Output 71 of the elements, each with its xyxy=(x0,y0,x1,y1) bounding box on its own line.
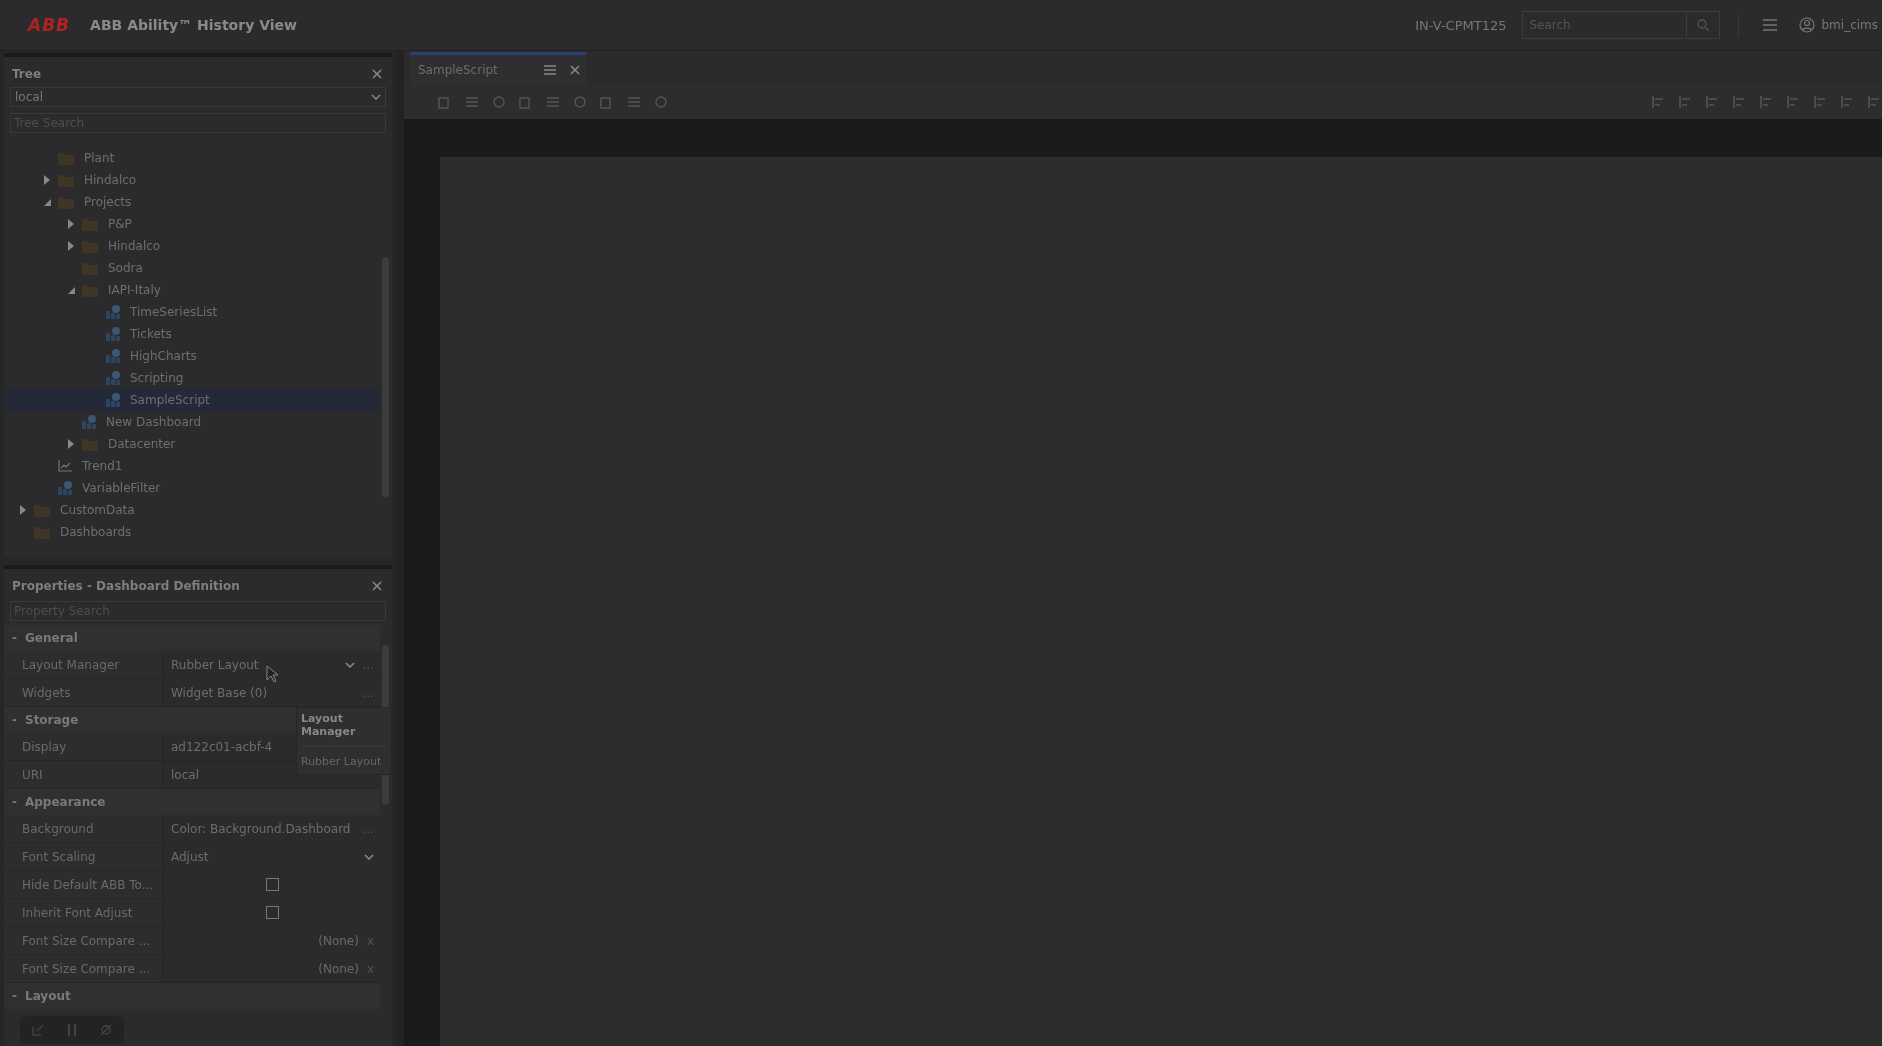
close-icon[interactable] xyxy=(372,69,382,79)
chevron-icon[interactable] xyxy=(364,853,374,860)
tree-item[interactable]: SampleScript xyxy=(4,389,380,411)
property-value: ad122c01-acbf-4 xyxy=(171,739,273,754)
property-value: Widget Base (0) xyxy=(171,685,268,700)
chevron-icon[interactable] xyxy=(344,661,355,668)
search-icon[interactable] xyxy=(1696,18,1711,32)
section-header[interactable]: - Layout xyxy=(4,983,380,1009)
more-button[interactable]: ... xyxy=(362,657,374,672)
user-icon[interactable] xyxy=(1799,17,1816,33)
pause-icon[interactable] xyxy=(67,1024,77,1036)
user-name[interactable]: bmi_cims xyxy=(1821,18,1878,32)
tree-item[interactable]: IAPI-Italy xyxy=(4,279,380,301)
edit-icon[interactable] xyxy=(31,1024,44,1036)
app-title: ABB Ability™ History View xyxy=(90,17,297,33)
property-value: (None) xyxy=(318,961,359,976)
collapse-icon[interactable] xyxy=(67,286,75,294)
menu-icon[interactable] xyxy=(1763,19,1778,31)
tree-item[interactable]: CustomData xyxy=(4,499,380,521)
tree-item[interactable]: Datacenter xyxy=(4,433,380,455)
close-icon[interactable] xyxy=(569,65,580,75)
property-dropdown[interactable]: Adjust xyxy=(171,849,209,864)
dashboard-icon xyxy=(106,371,120,385)
tree-item[interactable]: Scripting xyxy=(4,367,380,389)
dashboard-icon xyxy=(106,305,120,319)
tree-item[interactable]: Plant xyxy=(4,147,380,169)
panel-title: Tree xyxy=(12,67,42,81)
section-header[interactable]: - General xyxy=(4,625,380,651)
abb-logo: ABB xyxy=(28,15,71,35)
tree-item[interactable]: Hindalco xyxy=(4,169,380,191)
dashboard-icon xyxy=(106,327,120,341)
tree-item[interactable]: HighCharts xyxy=(4,345,380,367)
more-button[interactable]: ... xyxy=(362,685,374,700)
panel-title: Properties - Dashboard Definition xyxy=(12,579,240,593)
dashboard-icon xyxy=(58,481,72,495)
tree-item[interactable]: New Dashboard xyxy=(4,411,380,433)
property-value: Color: Background.Dashboard xyxy=(171,821,351,836)
tree-item[interactable]: Sodra xyxy=(4,257,380,279)
trend-icon xyxy=(58,460,72,472)
tree-item[interactable]: Projects xyxy=(4,191,380,213)
property-value: local xyxy=(171,767,199,782)
expand-icon[interactable] xyxy=(68,219,74,229)
tab[interactable]: SampleScript xyxy=(410,52,586,85)
hide-icon[interactable] xyxy=(100,1024,113,1036)
chevron-icon[interactable] xyxy=(371,94,381,100)
checkbox[interactable] xyxy=(266,906,279,919)
expand-icon[interactable] xyxy=(20,505,26,515)
section-header[interactable]: - Appearance xyxy=(4,789,380,815)
expand-icon[interactable] xyxy=(68,241,74,251)
tree-item[interactable]: Hindalco xyxy=(4,235,380,257)
more-button[interactable]: ... xyxy=(362,821,374,836)
close-icon[interactable] xyxy=(372,581,382,591)
tree-item[interactable]: VariableFilter xyxy=(4,477,380,499)
tree-item[interactable]: Tickets xyxy=(4,323,380,345)
tree-item[interactable]: Dashboards xyxy=(4,521,380,543)
tree-item[interactable]: Trend1 xyxy=(4,455,380,477)
tree-item[interactable]: P&P xyxy=(4,213,380,235)
dashboard-icon xyxy=(106,393,120,407)
tree-item[interactable]: TimeSeriesList xyxy=(4,301,380,323)
property-value: (None) xyxy=(318,933,359,948)
menu-icon[interactable] xyxy=(543,65,556,75)
expand-icon[interactable] xyxy=(68,439,74,449)
tooltip-title: Layout Manager xyxy=(301,712,387,747)
host-name: IN-V-CPMT125 xyxy=(1415,17,1507,33)
checkbox[interactable] xyxy=(266,878,279,891)
collapse-icon[interactable] xyxy=(43,198,51,206)
dashboard-icon xyxy=(82,415,96,429)
property-dropdown[interactable]: Rubber Layout xyxy=(171,657,259,672)
expand-icon[interactable] xyxy=(44,175,50,185)
source-dropdown[interactable]: local xyxy=(10,87,386,107)
dashboard-icon xyxy=(106,349,120,363)
